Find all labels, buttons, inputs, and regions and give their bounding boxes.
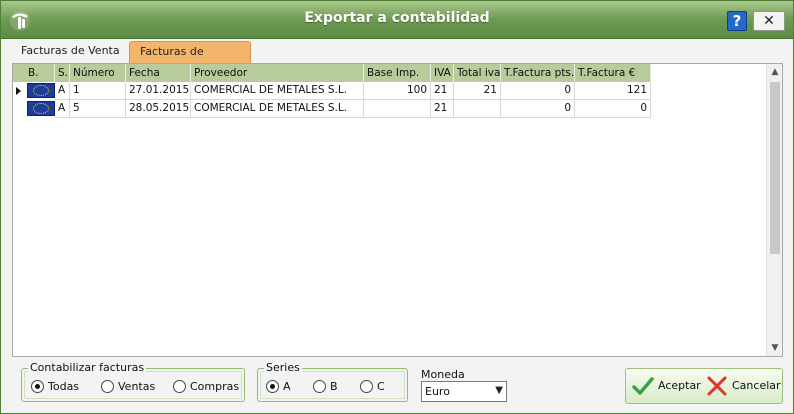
eu-flag-icon xyxy=(27,101,55,116)
cancel-button[interactable]: Cancelar xyxy=(706,374,781,398)
header-t-factura-pts[interactable]: T.Factura pts. xyxy=(501,64,575,82)
radio-compras[interactable]: Compras xyxy=(173,380,239,394)
scroll-down-icon[interactable]: ▼ xyxy=(770,343,780,353)
cell-t-factura-pts[interactable]: 0 xyxy=(501,100,575,118)
cell-fecha[interactable]: 27.01.2015 xyxy=(126,82,191,100)
window-title: Exportar a contabilidad xyxy=(304,10,490,26)
radio-ventas[interactable]: Ventas xyxy=(101,380,155,394)
header-proveedor[interactable]: Proveedor xyxy=(191,64,364,82)
cell-serie[interactable]: A xyxy=(55,100,70,118)
radio-dot-icon xyxy=(266,380,279,393)
cell-numero[interactable]: 1 xyxy=(70,82,126,100)
moneda-label: Moneda xyxy=(421,368,465,381)
cell-serie[interactable]: A xyxy=(55,82,70,100)
cell-t-factura-eur[interactable]: 121 xyxy=(575,82,651,100)
radio-dot-icon xyxy=(101,380,114,393)
close-icon xyxy=(707,376,727,396)
cell-t-factura-eur[interactable]: 0 xyxy=(575,100,651,118)
scroll-thumb[interactable] xyxy=(770,82,780,254)
row-indicator xyxy=(13,82,25,100)
header-numero[interactable]: Número xyxy=(70,64,126,82)
invoice-grid[interactable]: B. S. Número Fecha Proveedor Base Imp. I… xyxy=(12,63,783,357)
cell-t-factura-pts[interactable]: 0 xyxy=(501,82,575,100)
series-legend: Series xyxy=(264,361,302,374)
radio-dot-icon xyxy=(31,380,44,393)
chevron-down-icon: ▼ xyxy=(495,385,503,396)
moneda-value: Euro xyxy=(425,385,450,398)
tab-bar: Facturas de Venta Facturas de Compra xyxy=(9,41,785,78)
header-t-factura-eur[interactable]: T.Factura € xyxy=(575,64,651,82)
action-buttons: Aceptar Cancelar xyxy=(625,368,783,404)
contabilizar-group: Contabilizar facturas Todas Ventas Compr… xyxy=(21,361,245,402)
radio-dot-icon xyxy=(360,380,373,393)
help-button[interactable]: ? xyxy=(727,11,747,31)
radio-dot-icon xyxy=(313,380,326,393)
series-group: Series A B C xyxy=(257,361,408,402)
tab-facturas-venta[interactable]: Facturas de Venta xyxy=(11,41,130,63)
header-total-iva[interactable]: Total iva xyxy=(454,64,501,82)
table-row[interactable]: A 5 28.05.2015 COMERCIAL DE METALES S.L.… xyxy=(13,100,651,118)
radio-dot-icon xyxy=(173,380,186,393)
radio-serie-c[interactable]: C xyxy=(360,380,385,394)
cell-proveedor[interactable]: COMERCIAL DE METALES S.L. xyxy=(191,82,364,100)
export-dialog: Exportar a contabilidad ? ✕ Facturas de … xyxy=(0,0,794,414)
vertical-scrollbar[interactable]: ▲ ▼ xyxy=(766,64,782,356)
cell-base-imp[interactable]: 100 xyxy=(364,82,431,100)
grid-header: B. S. Número Fecha Proveedor Base Imp. I… xyxy=(13,64,651,82)
accept-button[interactable]: Aceptar xyxy=(632,374,701,398)
check-icon xyxy=(632,377,654,395)
header-b[interactable]: B. xyxy=(25,64,55,82)
close-button[interactable]: ✕ xyxy=(753,11,785,31)
radio-todas[interactable]: Todas xyxy=(31,380,79,394)
cell-base-imp[interactable] xyxy=(364,100,431,118)
cell-fecha[interactable]: 28.05.2015 xyxy=(126,100,191,118)
cell-total-iva[interactable] xyxy=(454,100,501,118)
tab-facturas-compra[interactable]: Facturas de Compra xyxy=(129,41,251,78)
moneda-select[interactable]: Euro ▼ xyxy=(421,381,507,402)
header-iva[interactable]: IVA xyxy=(431,64,454,82)
table-row[interactable]: A 1 27.01.2015 COMERCIAL DE METALES S.L.… xyxy=(13,82,651,100)
header-fecha[interactable]: Fecha xyxy=(126,64,191,82)
cell-total-iva[interactable]: 21 xyxy=(454,82,501,100)
cell-iva[interactable]: 21 xyxy=(431,82,454,100)
header-base-imp[interactable]: Base Imp. xyxy=(364,64,431,82)
radio-serie-a[interactable]: A xyxy=(266,380,291,394)
contabilizar-legend: Contabilizar facturas xyxy=(28,361,147,374)
scroll-up-icon[interactable]: ▲ xyxy=(770,67,780,77)
title-bar[interactable]: Exportar a contabilidad ? ✕ xyxy=(1,1,793,39)
header-serie[interactable]: S. xyxy=(55,64,70,82)
row-pointer-icon xyxy=(16,87,21,95)
radio-serie-b[interactable]: B xyxy=(313,380,338,394)
cell-iva[interactable]: 21 xyxy=(431,100,454,118)
eu-flag-icon xyxy=(27,83,55,98)
cell-proveedor[interactable]: COMERCIAL DE METALES S.L. xyxy=(191,100,364,118)
row-indicator xyxy=(13,100,25,118)
cell-numero[interactable]: 5 xyxy=(70,100,126,118)
